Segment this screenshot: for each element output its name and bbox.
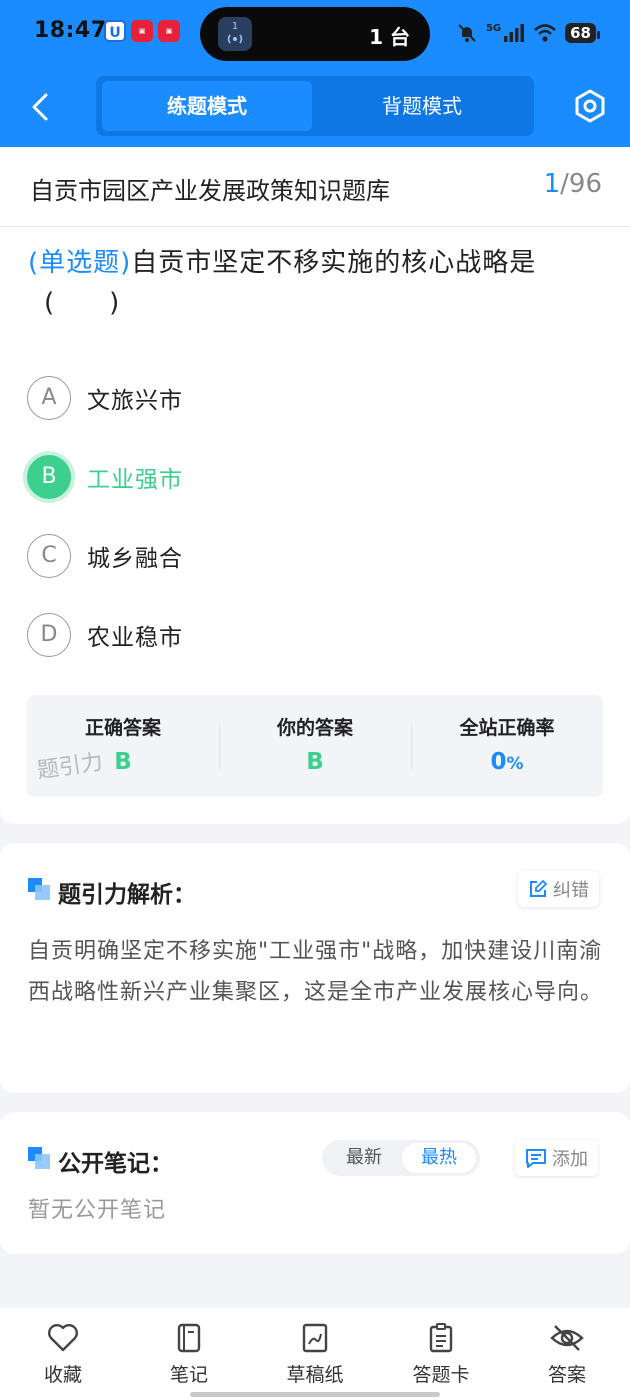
question-text: 自贡市坚定不移实施的核心战略是 bbox=[131, 248, 537, 278]
answer-summary: 正确答案 B 题引力 你的答案 B 全站正确率 0% bbox=[27, 695, 603, 797]
heart-icon bbox=[48, 1324, 78, 1352]
nav-label: 笔记 bbox=[169, 1364, 208, 1386]
accuracy-column: 全站正确率 0% bbox=[411, 695, 603, 797]
edit-icon bbox=[530, 879, 548, 897]
your-answer-value: B bbox=[306, 749, 324, 775]
status-time: 18:47 bbox=[34, 18, 107, 43]
correct-answer-label: 正确答案 bbox=[84, 717, 161, 739]
app-notification-icon: U bbox=[104, 20, 126, 42]
analysis-text: 自贡明确坚定不移实施"工业强市"战略，加快建设川南渝西战略性新兴产业集聚区，这是… bbox=[28, 939, 604, 1005]
notebook-icon bbox=[177, 1323, 201, 1353]
sort-latest-button[interactable]: 最新 bbox=[328, 1143, 400, 1173]
accuracy-value: 0 bbox=[490, 749, 507, 775]
accuracy-unit: % bbox=[506, 754, 524, 774]
nav-answer[interactable]: 答案 bbox=[517, 1322, 617, 1387]
section-square-icon bbox=[28, 878, 50, 900]
add-note-label: 添加 bbox=[552, 1149, 588, 1170]
cast-icon: 1 bbox=[218, 17, 252, 51]
option-letter: B bbox=[27, 455, 71, 499]
nav-favorite[interactable]: 收藏 bbox=[13, 1322, 113, 1387]
question-type: (单选题) bbox=[28, 248, 132, 278]
back-button[interactable] bbox=[28, 92, 54, 122]
total-questions: /96 bbox=[560, 169, 602, 199]
correct-answer-column: 正确答案 B 题引力 bbox=[27, 695, 219, 797]
current-question-number: 1 bbox=[543, 169, 561, 199]
empty-notes-message: 暂无公开笔记 bbox=[28, 1198, 167, 1223]
question-card: 自贡市园区产业发展政策知识题库 1/96 (单选题)自贡市坚定不移实施的核心战略… bbox=[0, 147, 630, 824]
nav-notes[interactable]: 笔记 bbox=[139, 1322, 239, 1387]
your-answer-label: 你的答案 bbox=[276, 717, 353, 739]
settings-button[interactable] bbox=[572, 88, 608, 124]
status-icons: 5G 68 bbox=[456, 20, 600, 46]
notes-sort-toggle: 最新 最热 bbox=[322, 1140, 480, 1176]
accuracy-label: 全站正确率 bbox=[459, 717, 555, 739]
bottom-nav: 收藏 笔记 草稿纸 答题卡 答案 bbox=[0, 1308, 630, 1400]
option-c[interactable]: C 城乡融合 bbox=[27, 533, 183, 579]
status-bar: 18:47 U ▣ ▣ 1 1 台 5G 68 bbox=[0, 0, 630, 68]
comment-icon bbox=[526, 1149, 546, 1168]
island-device-count: 1 台 bbox=[369, 25, 410, 49]
option-letter: C bbox=[27, 534, 71, 578]
option-d[interactable]: D 农业稳市 bbox=[27, 612, 183, 658]
nav-label: 草稿纸 bbox=[286, 1364, 344, 1386]
option-letter: D bbox=[27, 613, 71, 657]
home-indicator[interactable] bbox=[190, 1392, 440, 1397]
divider bbox=[0, 226, 630, 227]
notes-card: 公开笔记： 最新 最热 添加 暂无公开笔记 bbox=[0, 1112, 630, 1254]
accuracy-value-wrap: 0% bbox=[411, 749, 603, 775]
question-stem: (单选题)自贡市坚定不移实施的核心战略是 ( ) bbox=[28, 243, 608, 323]
nav-draft[interactable]: 草稿纸 bbox=[265, 1322, 365, 1387]
question-bank-title: 自贡市园区产业发展政策知识题库 bbox=[30, 177, 390, 205]
analysis-card: 题引力解析： 纠错 自贡明确坚定不移实施"工业强市"战略，加快建设川南渝西战略性… bbox=[0, 843, 630, 1093]
app-notification-icon-red: ▣ bbox=[158, 20, 180, 42]
option-label: 文旅兴市 bbox=[87, 388, 183, 414]
report-error-button[interactable]: 纠错 bbox=[518, 871, 599, 907]
app-notification-icon-red: ▣ bbox=[131, 20, 153, 42]
eye-hidden-icon bbox=[550, 1325, 584, 1351]
answer-sheet-icon bbox=[429, 1323, 453, 1353]
option-label: 农业稳市 bbox=[87, 625, 183, 651]
dynamic-island[interactable]: 1 1 台 bbox=[200, 7, 430, 61]
chevron-left-icon bbox=[32, 93, 48, 121]
option-label: 城乡融合 bbox=[87, 546, 183, 572]
gear-icon bbox=[575, 89, 605, 123]
tab-practice-mode[interactable]: 练题模式 bbox=[102, 81, 312, 131]
signal-icon bbox=[504, 24, 525, 42]
your-answer-column: 你的答案 B bbox=[219, 695, 411, 797]
question-blank: ( ) bbox=[44, 288, 121, 318]
option-label: 工业强市 bbox=[87, 467, 183, 493]
nav-label: 收藏 bbox=[43, 1364, 82, 1386]
option-letter: A bbox=[27, 376, 71, 420]
question-counter: 1/96 bbox=[544, 169, 602, 199]
nav-answer-sheet[interactable]: 答题卡 bbox=[391, 1322, 491, 1387]
network-type: 5G bbox=[485, 22, 502, 34]
tab-recite-mode[interactable]: 背题模式 bbox=[316, 81, 528, 131]
report-error-label: 纠错 bbox=[553, 880, 589, 901]
nav-label: 答案 bbox=[547, 1364, 586, 1386]
notes-title: 公开笔记： bbox=[58, 1151, 173, 1177]
analysis-title: 题引力解析： bbox=[58, 882, 196, 908]
section-square-icon bbox=[28, 1147, 50, 1169]
battery-indicator: 68 bbox=[565, 23, 600, 43]
mute-bell-icon bbox=[458, 24, 476, 42]
nav-label: 答题卡 bbox=[412, 1364, 470, 1386]
option-a[interactable]: A 文旅兴市 bbox=[27, 375, 183, 421]
mode-switch: 练题模式 背题模式 bbox=[96, 76, 534, 136]
sort-hot-button[interactable]: 最热 bbox=[402, 1143, 476, 1173]
add-note-button[interactable]: 添加 bbox=[515, 1140, 598, 1176]
cast-badge: 1 bbox=[231, 21, 239, 32]
wifi-icon bbox=[534, 24, 556, 42]
app-header: 18:47 U ▣ ▣ 1 1 台 5G 68 练题模式 背题模式 bbox=[0, 0, 630, 147]
draft-icon bbox=[302, 1323, 328, 1353]
option-b[interactable]: B 工业强市 bbox=[27, 454, 183, 500]
